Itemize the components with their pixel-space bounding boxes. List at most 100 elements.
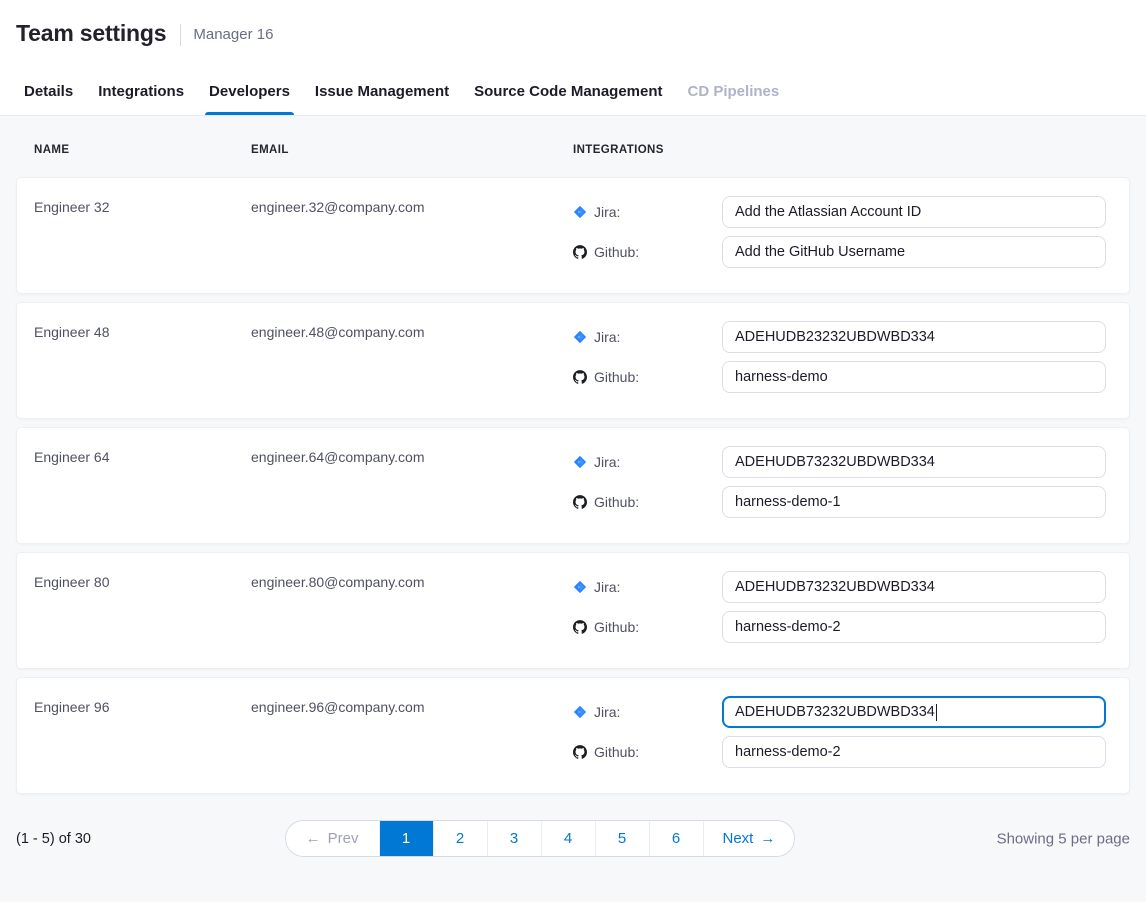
jira-input-text: ADEHUDB73232UBDWBD334 (735, 579, 935, 595)
prev-label: Prev (328, 830, 359, 847)
tab-item[interactable]: Integrations (98, 67, 184, 115)
text-cursor (936, 704, 938, 721)
column-header-email: EMAIL (251, 144, 573, 156)
github-label: Github: (594, 619, 639, 635)
github-integration-row: Github: harness-demo-2 (573, 736, 1106, 768)
jira-icon (573, 455, 587, 469)
jira-icon (573, 205, 587, 219)
github-input-text: harness-demo (735, 369, 828, 385)
github-label-group: Github: (573, 494, 722, 510)
github-username-input[interactable]: harness-demo-1 (722, 486, 1106, 518)
tab-item[interactable]: Issue Management (315, 67, 449, 115)
developer-email: engineer.48@company.com (251, 324, 573, 418)
page-number-button[interactable]: 2 (433, 821, 487, 856)
column-header-name: NAME (34, 144, 251, 156)
jira-label: Jira: (594, 579, 620, 595)
github-icon (573, 745, 587, 759)
jira-label: Jira: (594, 454, 620, 470)
tab-item[interactable]: CD Pipelines (688, 67, 780, 115)
github-input-text: harness-demo-1 (735, 494, 841, 510)
developer-row: Engineer 32 engineer.32@company.com (16, 177, 1130, 294)
github-username-input[interactable]: harness-demo-2 (722, 611, 1106, 643)
jira-integration-row: Jira: ADEHUDB23232UBDWBD334 (573, 321, 1106, 353)
developer-name: Engineer 80 (34, 574, 251, 668)
jira-input-text: ADEHUDB73232UBDWBD334 (735, 454, 935, 470)
page-number-button[interactable]: 5 (595, 821, 649, 856)
developer-name: Engineer 64 (34, 449, 251, 543)
jira-icon (573, 330, 587, 344)
page-number-button[interactable]: 3 (487, 821, 541, 856)
github-input-text: harness-demo-2 (735, 744, 841, 760)
page-number-button[interactable]: 1 (379, 821, 433, 856)
developer-email: engineer.96@company.com (251, 699, 573, 793)
github-label-group: Github: (573, 619, 722, 635)
developer-row: Engineer 80 engineer.80@company.com (16, 552, 1130, 669)
github-label: Github: (594, 244, 639, 260)
jira-label-group: Jira: (573, 329, 722, 345)
github-label-group: Github: (573, 369, 722, 385)
github-username-input[interactable]: harness-demo (722, 361, 1106, 393)
page-subtitle: Manager 16 (193, 26, 273, 43)
left-arrow-icon: ← (306, 830, 321, 847)
tab-item[interactable]: Source Code Management (474, 67, 662, 115)
jira-account-id-input[interactable]: ADEHUDB73232UBDWBD334 (722, 696, 1106, 728)
jira-icon (573, 705, 587, 719)
page-number-button[interactable]: 6 (649, 821, 703, 856)
developer-row: Engineer 96 engineer.96@company.com (16, 677, 1130, 794)
right-arrow-icon: → (760, 830, 775, 847)
developer-email: engineer.80@company.com (251, 574, 573, 668)
title-divider (180, 24, 181, 46)
next-label: Next (723, 830, 754, 847)
jira-account-id-input[interactable]: ADEHUDB73232UBDWBD334 (722, 571, 1106, 603)
github-username-input[interactable]: Add the GitHub Username (722, 236, 1106, 268)
developer-name: Engineer 48 (34, 324, 251, 418)
jira-label-group: Jira: (573, 704, 722, 720)
developer-email: engineer.64@company.com (251, 449, 573, 543)
integrations-cell: Jira: Add the Atlassian Account ID (573, 196, 1106, 293)
tab-item[interactable]: Details (24, 67, 73, 115)
per-page-text: Showing 5 per page (997, 830, 1130, 847)
jira-icon (573, 580, 587, 594)
jira-account-id-input[interactable]: ADEHUDB73232UBDWBD334 (722, 446, 1106, 478)
prev-page-button[interactable]: ← Prev (286, 821, 379, 856)
jira-label: Jira: (594, 204, 620, 220)
github-label: Github: (594, 744, 639, 760)
next-page-button[interactable]: Next → (703, 821, 795, 856)
developer-name: Engineer 96 (34, 699, 251, 793)
tab-item[interactable]: Developers (209, 67, 290, 115)
github-input-text: harness-demo-2 (735, 619, 841, 635)
integrations-cell: Jira: ADEHUDB23232UBDWBD334 (573, 321, 1106, 418)
github-label: Github: (594, 369, 639, 385)
github-username-input[interactable]: harness-demo-2 (722, 736, 1106, 768)
developer-row: Engineer 64 engineer.64@company.com (16, 427, 1130, 544)
jira-integration-row: Jira: ADEHUDB73232UBDWBD334 (573, 571, 1106, 603)
github-icon (573, 370, 587, 384)
pager: ← Prev 1 2 3 4 5 6 Next → (285, 820, 796, 857)
jira-input-text: Add the Atlassian Account ID (735, 204, 921, 220)
jira-integration-row: Jira: ADEHUDB73232UBDWBD334 (573, 696, 1106, 728)
github-label-group: Github: (573, 744, 722, 760)
github-integration-row: Github: Add the GitHub Username (573, 236, 1106, 268)
jira-label-group: Jira: (573, 454, 722, 470)
github-icon (573, 620, 587, 634)
github-icon (573, 495, 587, 509)
team-settings-page: Team settings Manager 16 Details Integra… (0, 0, 1146, 902)
page-header: Team settings Manager 16 (0, 0, 1146, 67)
jira-label: Jira: (594, 704, 620, 720)
page-title: Team settings (16, 20, 166, 47)
integrations-cell: Jira: ADEHUDB73232UBDWBD334 (573, 571, 1106, 668)
jira-account-id-input[interactable]: ADEHUDB23232UBDWBD334 (722, 321, 1106, 353)
column-header-integrations: INTEGRATIONS (573, 144, 1112, 156)
jira-label-group: Jira: (573, 579, 722, 595)
jira-input-text: ADEHUDB73232UBDWBD334 (735, 704, 935, 720)
jira-integration-row: Jira: Add the Atlassian Account ID (573, 196, 1106, 228)
integrations-cell: Jira: ADEHUDB73232UBDWBD334 (573, 446, 1106, 543)
page-number-button[interactable]: 4 (541, 821, 595, 856)
github-integration-row: Github: harness-demo (573, 361, 1106, 393)
tab-bar: Details Integrations Developers Issue Ma… (0, 67, 1146, 116)
developer-row: Engineer 48 engineer.48@company.com (16, 302, 1130, 419)
developer-name: Engineer 32 (34, 199, 251, 293)
github-input-text: Add the GitHub Username (735, 244, 905, 260)
jira-account-id-input[interactable]: Add the Atlassian Account ID (722, 196, 1106, 228)
jira-integration-row: Jira: ADEHUDB73232UBDWBD334 (573, 446, 1106, 478)
